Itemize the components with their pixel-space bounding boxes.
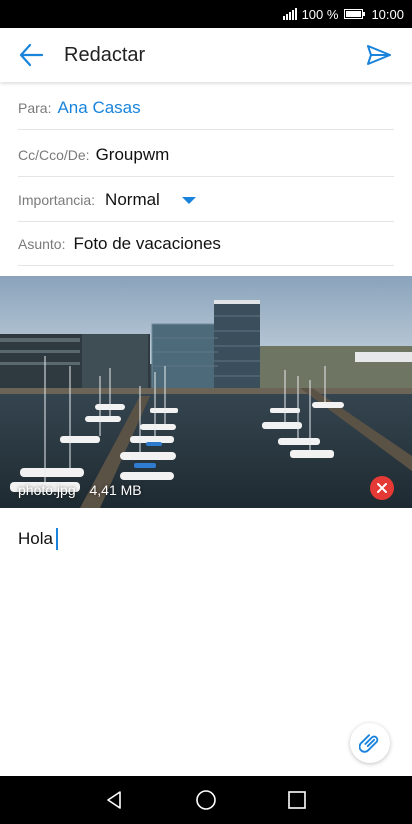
- paperclip-icon[interactable]: [350, 723, 390, 763]
- battery-icon: [344, 9, 366, 19]
- importance-label: Importancia:: [18, 191, 96, 208]
- importance-value[interactable]: Normal: [105, 190, 160, 210]
- page-title: Redactar: [64, 44, 146, 66]
- importance-field[interactable]: Importancia: Normal: [18, 178, 394, 222]
- cc-value[interactable]: Groupwm: [96, 145, 170, 165]
- to-field[interactable]: Para: Ana Casas: [18, 86, 394, 130]
- square-recents-icon[interactable]: [283, 786, 311, 814]
- signal-icon: [282, 8, 298, 20]
- status-bar: 100 % 10:00: [0, 0, 412, 28]
- cc-field[interactable]: Cc/Cco/De: Groupwm: [18, 133, 394, 177]
- app-bar: Redactar: [0, 28, 412, 82]
- close-circle-icon[interactable]: [370, 476, 394, 500]
- battery-percent: 100 %: [301, 6, 339, 22]
- chevron-down-icon[interactable]: [181, 196, 196, 204]
- arrow-left-icon[interactable]: [18, 42, 44, 68]
- harbor-photo: [0, 276, 412, 508]
- subject-input[interactable]: Foto de vacaciones: [73, 234, 220, 254]
- cc-label: Cc/Cco/De:: [18, 146, 90, 163]
- text-cursor: [55, 528, 58, 550]
- attachment-size: 4,41 MB: [89, 482, 142, 498]
- triangle-back-icon[interactable]: [101, 786, 129, 814]
- circle-home-icon[interactable]: [192, 786, 220, 814]
- system-nav-bar: [0, 776, 412, 824]
- to-recipient[interactable]: Ana Casas: [57, 98, 140, 118]
- attachment-caption: photo.jpg 4,41 MB: [18, 482, 142, 498]
- screen: 100 % 10:00 Redactar Para: Ana Casas Cc/…: [0, 0, 412, 824]
- subject-field[interactable]: Asunto: Foto de vacaciones: [18, 222, 394, 266]
- message-body[interactable]: Hola: [18, 528, 58, 550]
- to-label: Para:: [18, 99, 52, 116]
- attachment-filename: photo.jpg: [18, 482, 76, 498]
- clock: 10:00: [371, 6, 404, 22]
- subject-label: Asunto:: [18, 235, 66, 252]
- send-icon[interactable]: [366, 42, 392, 68]
- attachment-preview[interactable]: photo.jpg 4,41 MB: [0, 276, 412, 508]
- message-body-text: Hola: [18, 529, 53, 548]
